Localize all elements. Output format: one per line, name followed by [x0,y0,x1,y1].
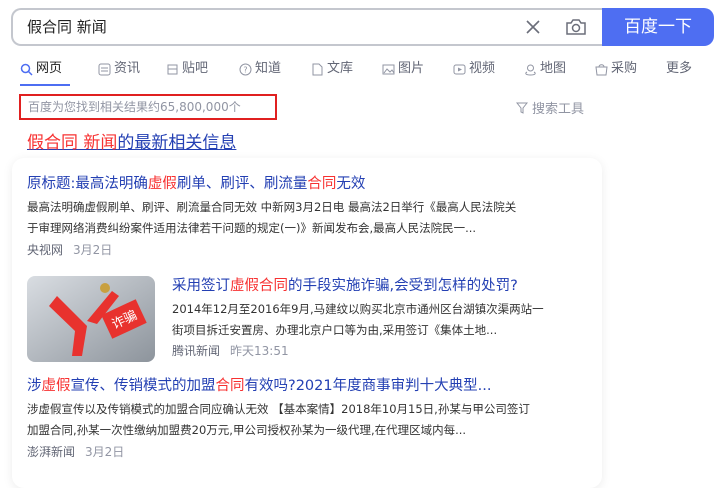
svg-text:?: ? [243,65,247,74]
tab-label: 图片 [398,61,425,76]
news-item-meta: 央视网 3月2日 [27,241,592,258]
tab-images[interactable]: 图片 [382,58,424,80]
filter-icon [516,102,528,114]
news-source[interactable]: 央视网 [27,243,63,257]
news-card: 原标题:最高法明确虚假刷单、刷评、刷流量合同无效 最高法明确虚假刷单、刷评、刷流… [12,158,602,488]
map-icon [525,64,536,76]
tab-label: 知道 [255,61,282,76]
tab-news[interactable]: 资讯 [98,58,140,80]
tab-label: 网页 [36,61,63,76]
news-item-meta: 腾讯新闻 昨天13:51 [172,342,592,359]
result-count: 百度为您找到相关结果约65,800,000个 [19,94,277,120]
news-time: 3月2日 [85,445,125,459]
image-icon [382,64,395,74]
search-button[interactable]: 百度一下 [602,8,714,46]
news-item-snippet: 最高法明确虚假刷单、刷评、刷流量合同无效 中新网3月2日电 最高法2日举行《最高… [27,200,517,235]
news-thumbnail[interactable]: 诈骗 [27,276,155,362]
tab-video[interactable]: 视频 [453,58,495,80]
tab-tieba[interactable]: 贴吧 [166,58,208,80]
tab-label: 地图 [540,61,567,76]
tab-map[interactable]: 地图 [524,58,566,80]
tab-zhidao[interactable]: ? 知道 [239,58,281,80]
search-icon [20,63,33,76]
tab-shop[interactable]: 采购 [595,58,637,80]
news-section-title[interactable]: 假合同 新闻的最新相关信息 [27,128,236,153]
search-tools-button[interactable]: 搜索工具 [516,98,584,117]
tab-label: 贴吧 [182,61,209,76]
news-item: 采用签订虚假合同的手段实施诈骗,会受到怎样的处罚? 2014年12月至2016年… [172,274,592,359]
tab-label: 更多 [666,61,693,76]
document-icon [312,63,323,75]
tieba-icon [167,64,178,74]
news-item-title[interactable]: 采用签订虚假合同的手段实施诈骗,会受到怎样的处罚? [172,274,592,295]
news-item-meta: 澎湃新闻 3月2日 [27,443,592,460]
news-item-snippet: 涉虚假宣传以及传销模式的加盟合同应确认无效 【基本案情】2018年10月15日,… [27,402,530,437]
news-title-highlight: 假合同 新闻 [27,133,118,153]
news-item: 原标题:最高法明确虚假刷单、刷评、刷流量合同无效 最高法明确虚假刷单、刷评、刷流… [27,172,592,258]
news-item-snippet: 2014年12月至2016年9月,马建纹以购买北京市通州区台湖镇次渠两站一 街项… [172,302,544,337]
video-icon [453,64,466,74]
news-time: 昨天13:51 [230,344,289,358]
news-source[interactable]: 腾讯新闻 [172,344,220,358]
news-item-title[interactable]: 原标题:最高法明确虚假刷单、刷评、刷流量合同无效 [27,172,592,193]
search-input[interactable]: 假合同 新闻 [27,10,107,44]
tab-wenku[interactable]: 文库 [311,58,353,80]
tab-web[interactable]: 网页 [20,58,62,80]
active-tab-indicator [20,84,70,86]
search-tools-label: 搜索工具 [532,102,585,117]
search-bar[interactable]: 假合同 新闻 [11,8,602,46]
tab-more[interactable]: 更多 [666,58,692,80]
tab-label: 视频 [469,61,496,76]
question-icon: ? [239,63,252,75]
tab-label: 文库 [327,61,354,76]
clear-icon[interactable] [522,16,544,38]
news-item-title[interactable]: 涉虚假宣传、传销模式的加盟合同有效吗?2021年度商事审判十大典型... [27,374,592,395]
news-source[interactable]: 澎湃新闻 [27,445,75,459]
tab-label: 采购 [611,61,638,76]
news-icon [98,63,111,75]
camera-icon[interactable] [564,15,588,39]
news-item: 涉虚假宣传、传销模式的加盟合同有效吗?2021年度商事审判十大典型... 涉虚假… [27,374,592,460]
news-time: 3月2日 [73,243,113,257]
shop-icon [595,63,608,75]
news-title-rest: 的最新相关信息 [117,133,237,153]
tab-label: 资讯 [114,61,141,76]
